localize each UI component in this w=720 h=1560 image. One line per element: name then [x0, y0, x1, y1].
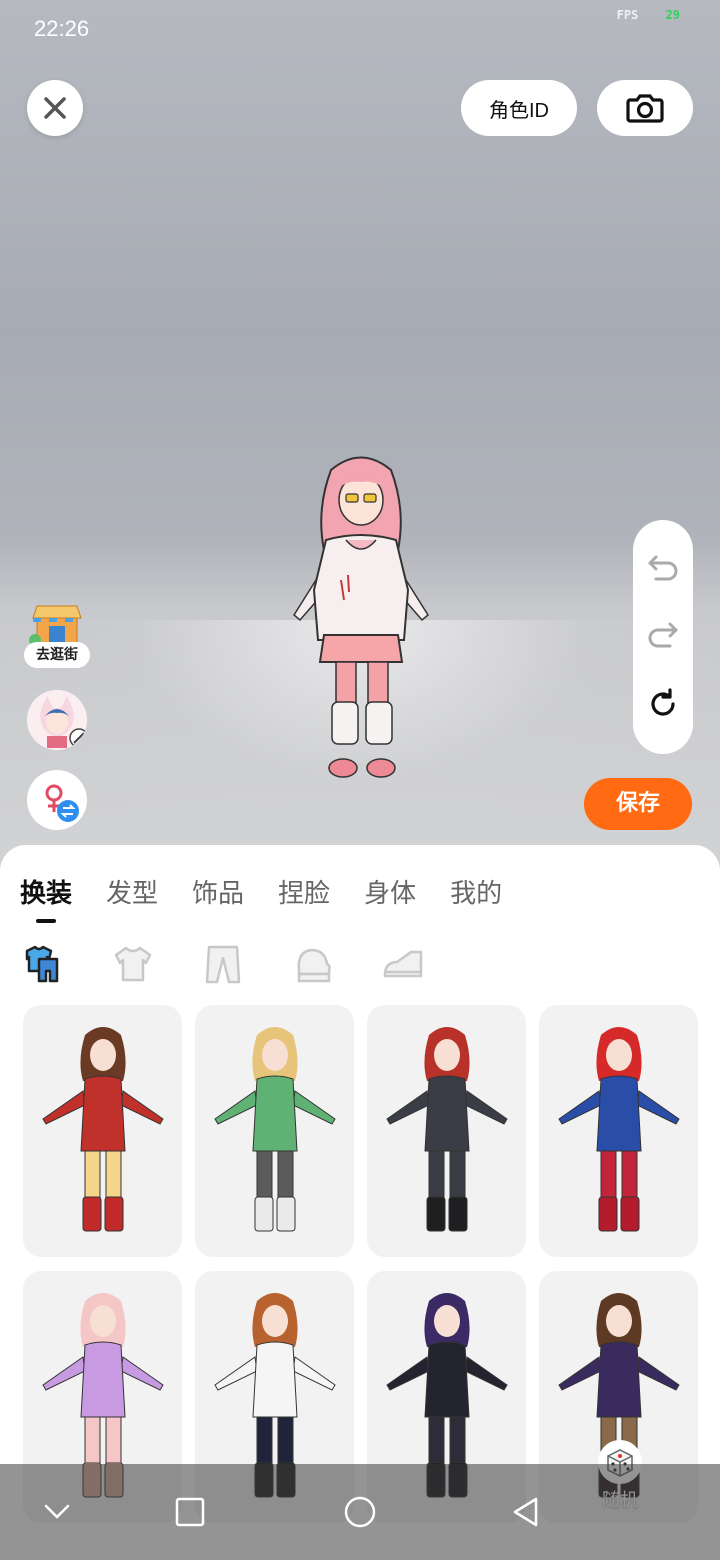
tab-accessories[interactable]: 饰品 [192, 873, 244, 910]
subcat-pants[interactable] [200, 943, 246, 985]
undo-icon[interactable] [646, 553, 680, 583]
nav-home-button[interactable] [340, 1494, 380, 1530]
subcat-shoes[interactable] [380, 943, 426, 985]
hide-badge-icon [69, 728, 87, 748]
outfit-card[interactable] [539, 1005, 698, 1257]
edit-tools-panel [633, 520, 693, 754]
outfit-figure-outfit-captain [557, 1027, 680, 1232]
chevron-down-icon [44, 1504, 70, 1519]
camera-icon [626, 94, 664, 123]
subcategory-bar [20, 943, 426, 985]
tab-outfit[interactable]: 换装 [20, 873, 72, 910]
system-nav-bar [0, 1464, 720, 1560]
profile-avatar[interactable] [27, 690, 87, 750]
close-icon [44, 97, 66, 119]
tab-face[interactable]: 捏脸 [278, 873, 330, 910]
outfit-card[interactable] [367, 1005, 526, 1257]
avatar-character[interactable] [286, 450, 436, 790]
nav-recent-button[interactable] [170, 1494, 210, 1530]
fps-label: FPS [616, 8, 639, 22]
shop-icon [29, 605, 82, 647]
outfit-icon [25, 945, 59, 983]
tab-hairstyle[interactable]: 发型 [106, 873, 158, 910]
outfit-card[interactable] [23, 1005, 182, 1257]
category-tabs: 换装 发型 饰品 捏脸 身体 我的 [20, 873, 502, 910]
outfit-figure-outfit-green-kimono [213, 1027, 336, 1232]
gloves-icon [297, 948, 331, 983]
subcat-gloves[interactable] [290, 943, 336, 985]
top-icon [114, 946, 152, 982]
square-icon [175, 1497, 205, 1527]
camera-button[interactable] [597, 80, 693, 136]
go-street-button[interactable]: 去逛街 [24, 600, 90, 670]
tab-mine[interactable]: 我的 [450, 873, 502, 910]
reset-icon[interactable] [646, 687, 680, 721]
pants-icon [205, 945, 241, 984]
outfit-card[interactable] [195, 1005, 354, 1257]
redo-icon[interactable] [646, 620, 680, 650]
status-time: 22:26 [34, 16, 90, 41]
tab-body[interactable]: 身体 [364, 873, 416, 910]
subcat-top[interactable] [110, 943, 156, 985]
shoes-icon [383, 950, 423, 978]
gender-switch-button[interactable] [27, 770, 87, 830]
fps-counter: FPS 29 [617, 8, 680, 22]
close-button[interactable] [27, 80, 83, 136]
fps-value: 29 [665, 8, 680, 22]
outfit-figure-outfit-black-suit [385, 1027, 508, 1232]
subcat-outfit[interactable] [20, 943, 66, 985]
female-switch-icon [45, 784, 79, 822]
circle-icon [344, 1496, 376, 1528]
save-button[interactable]: 保存 [584, 778, 692, 830]
triangle-back-icon [513, 1497, 538, 1527]
outfit-figure-outfit-wonder [41, 1027, 164, 1232]
go-street-label: 去逛街 [24, 642, 90, 668]
nav-back-button[interactable] [506, 1494, 546, 1530]
role-id-button[interactable]: 角色ID [461, 80, 577, 136]
nav-collapse-button[interactable] [37, 1494, 77, 1530]
